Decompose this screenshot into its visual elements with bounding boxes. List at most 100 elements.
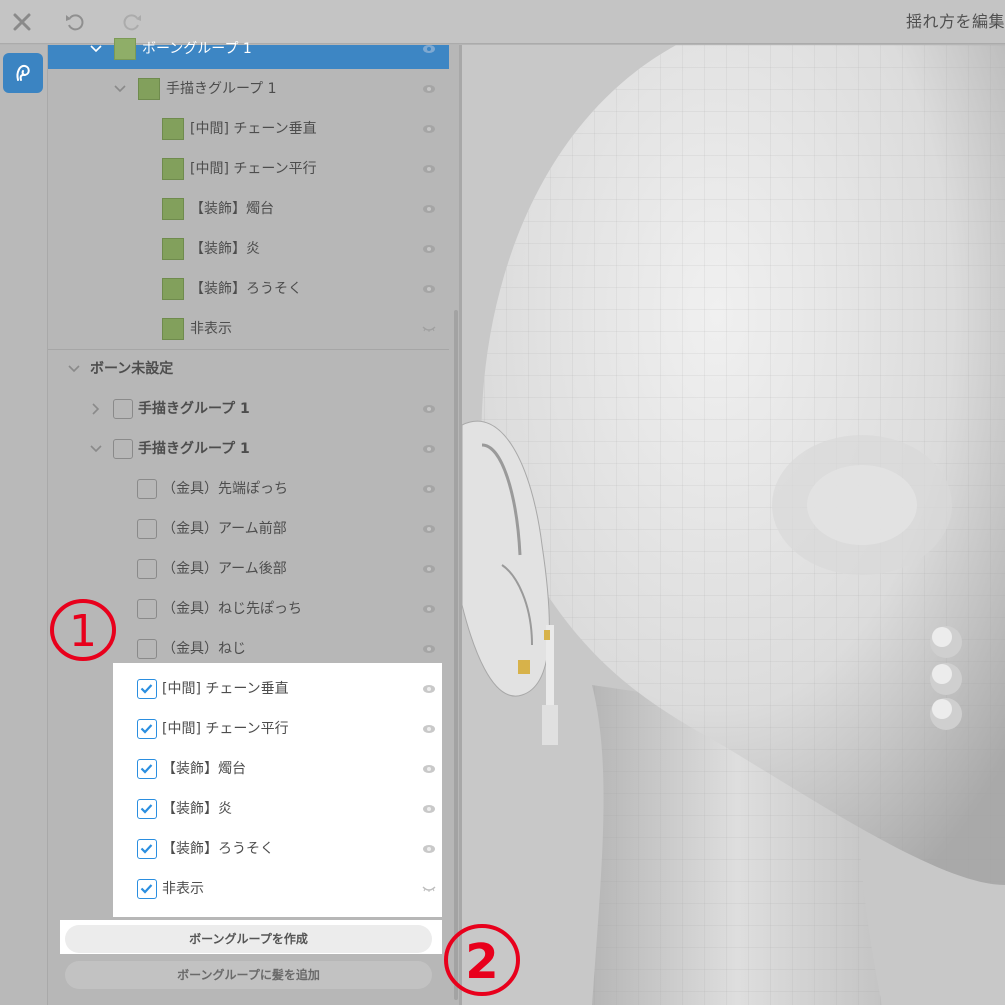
tree-row-item[interactable]: 【装飾】燭台 bbox=[48, 189, 448, 229]
hair-tool-icon bbox=[16, 64, 30, 81]
checkbox[interactable] bbox=[137, 599, 157, 619]
eye-icon[interactable] bbox=[422, 283, 436, 295]
tree-row-item-checked[interactable]: [中間] チェーン垂直 bbox=[48, 669, 448, 709]
chevron-down-icon[interactable] bbox=[66, 361, 82, 377]
eye-icon[interactable] bbox=[422, 443, 436, 455]
hair-tool-button[interactable] bbox=[3, 53, 43, 93]
eye-icon[interactable] bbox=[422, 403, 436, 415]
tree-row-item-checked[interactable]: 【装飾】ろうそく bbox=[48, 829, 448, 869]
tree-row-label: 【装飾】ろうそく bbox=[190, 281, 302, 297]
eye-icon[interactable] bbox=[422, 203, 436, 215]
check-icon bbox=[140, 804, 153, 814]
eye-icon[interactable] bbox=[422, 603, 436, 615]
eye-closed-icon[interactable] bbox=[422, 323, 436, 335]
checkbox[interactable] bbox=[137, 559, 157, 579]
tree-row-item-checked[interactable]: [中間] チェーン平行 bbox=[48, 709, 448, 749]
tree-row-label: （金具）ねじ先ぽっち bbox=[162, 601, 302, 617]
chevron-right-icon[interactable] bbox=[88, 401, 104, 417]
checkbox[interactable] bbox=[137, 479, 157, 499]
chevron-down-icon[interactable] bbox=[88, 441, 104, 457]
checkbox-checked[interactable] bbox=[137, 759, 157, 779]
tree-row-bone-group[interactable]: ボーングループ 1 bbox=[48, 29, 448, 69]
tree-row-label: [中間] チェーン平行 bbox=[190, 161, 317, 177]
create-bone-group-button[interactable]: ボーングループを作成 bbox=[65, 925, 432, 953]
tree-row-item[interactable]: [中間] チェーン垂直 bbox=[48, 109, 448, 149]
annotation-mark-1: 1 bbox=[46, 596, 120, 666]
eye-icon[interactable] bbox=[422, 483, 436, 495]
eye-icon[interactable] bbox=[422, 683, 436, 695]
tree-row-label: 手描きグループ 1 bbox=[138, 441, 250, 457]
tree-row-label: 非表示 bbox=[190, 321, 232, 337]
tree-row-label: 【装飾】ろうそく bbox=[162, 841, 274, 857]
color-swatch bbox=[162, 158, 184, 180]
tree-row-item-checked[interactable]: 【装飾】燭台 bbox=[48, 749, 448, 789]
check-icon bbox=[140, 884, 153, 894]
3d-viewport[interactable] bbox=[462, 45, 1005, 1005]
tree-row-label: [中間] チェーン平行 bbox=[162, 721, 289, 737]
eye-icon[interactable] bbox=[422, 723, 436, 735]
tool-strip bbox=[0, 45, 48, 1005]
tree-row-item[interactable]: （金具）アーム前部 bbox=[48, 509, 448, 549]
checkbox-checked[interactable] bbox=[137, 839, 157, 859]
tree-row-label: （金具）アーム前部 bbox=[162, 521, 287, 537]
tree-row-label: 【装飾】燭台 bbox=[190, 201, 274, 217]
checkbox[interactable] bbox=[113, 439, 133, 459]
tree-row-label: 手描きグループ 1 bbox=[138, 401, 250, 417]
tree-row-label: 【装飾】燭台 bbox=[162, 761, 246, 777]
checkbox-checked[interactable] bbox=[137, 679, 157, 699]
eye-icon[interactable] bbox=[422, 803, 436, 815]
check-icon bbox=[140, 724, 153, 734]
tree-row-sub-group[interactable]: 手描きグループ 1 bbox=[48, 69, 448, 109]
eye-icon[interactable] bbox=[422, 83, 436, 95]
tree-row-item[interactable]: [中間] チェーン平行 bbox=[48, 149, 448, 189]
eye-icon[interactable] bbox=[422, 763, 436, 775]
head-model bbox=[462, 45, 1005, 1005]
add-hair-to-group-button[interactable]: ボーングループに髪を追加 bbox=[65, 961, 432, 989]
tree-row-item[interactable]: （金具）アーム後部 bbox=[48, 549, 448, 589]
eye-icon[interactable] bbox=[422, 523, 436, 535]
tree-row-label: ボーン未設定 bbox=[90, 361, 174, 377]
color-swatch bbox=[162, 198, 184, 220]
check-icon bbox=[140, 844, 153, 854]
tree-row-group-expanded[interactable]: 手描きグループ 1 bbox=[48, 429, 448, 469]
tree-row-item-checked[interactable]: 非表示 bbox=[48, 869, 448, 909]
tree-row-label: 手描きグループ 1 bbox=[166, 81, 277, 97]
panel-scrollbar[interactable] bbox=[454, 310, 458, 1000]
eye-icon[interactable] bbox=[422, 843, 436, 855]
tree-row-item[interactable]: 非表示 bbox=[48, 309, 448, 349]
checkbox[interactable] bbox=[137, 519, 157, 539]
tree-row-label: 非表示 bbox=[162, 881, 204, 897]
tree-row-item[interactable]: 【装飾】ろうそく bbox=[48, 269, 448, 309]
eye-closed-icon[interactable] bbox=[422, 883, 436, 895]
close-button[interactable] bbox=[0, 0, 44, 44]
eye-icon[interactable] bbox=[422, 163, 436, 175]
check-icon bbox=[140, 684, 153, 694]
tree-row-unassigned[interactable]: ボーン未設定 bbox=[48, 349, 448, 389]
eye-icon[interactable] bbox=[422, 563, 436, 575]
tree-row-label: ボーングループ 1 bbox=[142, 41, 252, 57]
annotation-label-2: 2 bbox=[465, 934, 498, 990]
chevron-down-icon[interactable] bbox=[88, 41, 104, 57]
tree-row-label: （金具）アーム後部 bbox=[162, 561, 287, 577]
chevron-down-icon[interactable] bbox=[112, 81, 128, 97]
page-title: 揺れ方を編集 bbox=[905, 12, 1005, 31]
eye-icon[interactable] bbox=[422, 123, 436, 135]
checkbox-checked[interactable] bbox=[137, 719, 157, 739]
tree-row-label: [中間] チェーン垂直 bbox=[162, 681, 289, 697]
eye-icon[interactable] bbox=[422, 643, 436, 655]
eye-icon[interactable] bbox=[422, 243, 436, 255]
color-swatch bbox=[138, 78, 160, 100]
tree-row-label: 【装飾】炎 bbox=[162, 801, 232, 817]
color-swatch bbox=[162, 318, 184, 340]
tree-row-item-checked[interactable]: 【装飾】炎 bbox=[48, 789, 448, 829]
color-swatch bbox=[114, 38, 136, 60]
tree-row-item[interactable]: 【装飾】炎 bbox=[48, 229, 448, 269]
checkbox[interactable] bbox=[137, 639, 157, 659]
checkbox-checked[interactable] bbox=[137, 799, 157, 819]
checkbox-checked[interactable] bbox=[137, 879, 157, 899]
tree-row-label: （金具）先端ぽっち bbox=[162, 481, 288, 497]
tree-row-group-collapsed[interactable]: 手描きグループ 1 bbox=[48, 389, 448, 429]
tree-row-item[interactable]: （金具）先端ぽっち bbox=[48, 469, 448, 509]
eye-icon[interactable] bbox=[422, 43, 436, 55]
checkbox[interactable] bbox=[113, 399, 133, 419]
